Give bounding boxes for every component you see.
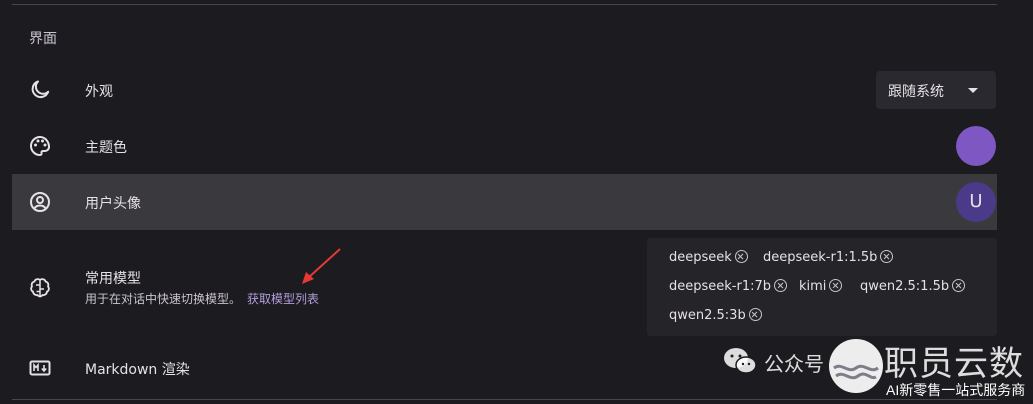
- models-label: 常用模型: [85, 271, 141, 287]
- palette-icon: [30, 135, 51, 157]
- models-description-text: 用于在对话中快速切换模型。: [85, 292, 242, 306]
- remove-chip-icon[interactable]: [829, 279, 843, 292]
- remove-chip-icon[interactable]: [748, 308, 762, 321]
- brand-logo-icon: [829, 339, 883, 393]
- chip-label: deepseek-r1:1.5b: [763, 250, 878, 265]
- models-description: 用于在对话中快速切换模型。 获取模型列表: [85, 290, 319, 307]
- caret-down-icon: [968, 88, 978, 93]
- remove-chip-icon[interactable]: [880, 250, 894, 263]
- model-chip: deepseek: [669, 250, 748, 265]
- theme-color-row: 主题色: [12, 118, 997, 174]
- moon-icon: [31, 80, 50, 99]
- markdown-label: Markdown 渲染: [85, 362, 190, 378]
- avatar[interactable]: U: [956, 182, 996, 222]
- top-divider: [12, 4, 997, 5]
- model-chip: deepseek-r1:7b: [669, 279, 788, 294]
- remove-chip-icon[interactable]: [734, 250, 748, 263]
- watermark: 公众号 职员云数 AI新零售一站式服务商: [722, 336, 1033, 404]
- avatar-row: 用户头像 U: [12, 174, 997, 230]
- brand-name: 职员云数: [884, 345, 1024, 383]
- theme-color-label: 主题色: [85, 140, 127, 156]
- account-circle-icon: [30, 192, 50, 212]
- brand-slogan: AI新零售一站式服务商: [886, 382, 1026, 398]
- appearance-select-value: 跟随系统: [888, 84, 944, 100]
- wechat-icon: [724, 348, 757, 374]
- wechat-account-label: 公众号: [764, 354, 824, 376]
- brain-icon: [30, 278, 50, 298]
- chip-label: deepseek-r1:7b: [669, 279, 772, 294]
- fetch-models-link[interactable]: 获取模型列表: [247, 292, 319, 306]
- models-chip-box[interactable]: deepseek deepseek-r1:1.5b deepseek-r1:7b…: [647, 238, 997, 336]
- models-row: 常用模型 用于在对话中快速切换模型。 获取模型列表 deepseek deepse…: [12, 232, 997, 342]
- appearance-select[interactable]: 跟随系统: [876, 71, 996, 109]
- model-chip: kimi: [799, 279, 843, 294]
- section-title: 界面: [29, 31, 57, 47]
- chip-label: kimi: [799, 279, 827, 294]
- remove-chip-icon[interactable]: [774, 279, 788, 292]
- chip-label: deepseek: [669, 250, 732, 265]
- markdown-icon: [29, 360, 51, 376]
- avatar-label: 用户头像: [85, 196, 141, 212]
- model-chip: qwen2.5:3b: [669, 308, 762, 323]
- red-arrow-annotation: [302, 248, 341, 284]
- appearance-row: 外观 跟随系统: [12, 62, 997, 118]
- model-chip: qwen2.5:1.5b: [860, 279, 966, 294]
- chip-label: qwen2.5:3b: [669, 308, 746, 323]
- chip-label: qwen2.5:1.5b: [860, 279, 950, 294]
- appearance-label: 外观: [85, 84, 113, 100]
- remove-chip-icon[interactable]: [952, 279, 966, 292]
- theme-color-swatch[interactable]: [956, 126, 996, 166]
- model-chip: deepseek-r1:1.5b: [763, 250, 894, 265]
